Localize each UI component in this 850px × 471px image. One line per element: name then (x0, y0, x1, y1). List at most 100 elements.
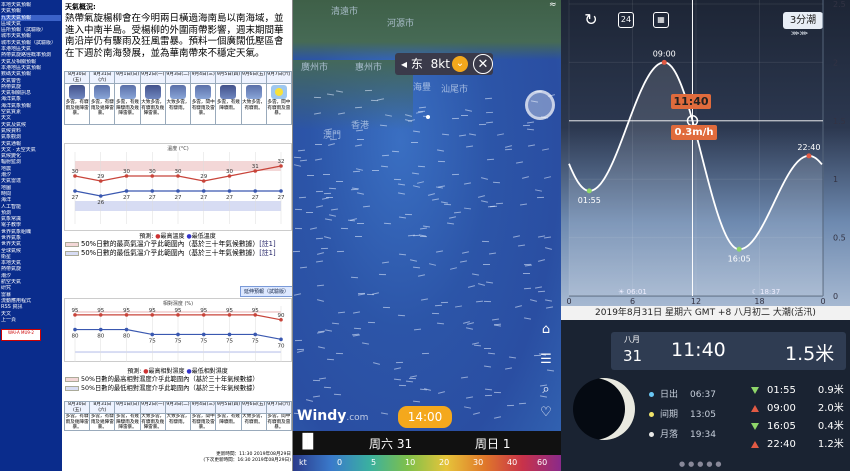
current-time: 11:40 (671, 339, 726, 361)
wind-particle (464, 109, 472, 112)
wind-particle (488, 252, 496, 255)
x-tick: 0 (820, 297, 825, 306)
wind-particle (519, 203, 527, 206)
note-suffix-2[interactable]: [註1] (259, 249, 275, 257)
wind-particle (306, 211, 314, 213)
close-icon[interactable]: ✕ (473, 54, 493, 74)
windy-map[interactable]: 清遠市 河源市 廣州市 惠州市 汕尾市 海豐 香港 澳門 ◂ 东 8kt ⌄ ✕ ≈ ⌂ ☰ … (293, 0, 561, 471)
note-suffix[interactable]: [註1] (259, 240, 275, 248)
min-label: 27 (226, 195, 233, 201)
high-tide-icon (751, 440, 759, 448)
min-label: 27 (200, 195, 207, 201)
min-label: 27 (72, 195, 79, 201)
weather-icon (169, 85, 186, 99)
wind-particle (327, 359, 335, 361)
wind-particle (313, 395, 321, 398)
forecast-text: 多雲，有幾陣驟雨。 (216, 414, 240, 425)
forecast-cell: 多雲，有驟雨及幾陣雷暴。 (63, 83, 91, 125)
scale-label: 5 (371, 458, 377, 467)
search-icon[interactable]: ⌕ (537, 382, 555, 397)
date-cell: 9月2日(一) (139, 401, 166, 414)
wind-particle (482, 263, 490, 266)
forecast-cell: 多雲，有幾陣驟雨及幾陣雷暴。 (114, 83, 141, 125)
wind-particle (465, 145, 473, 148)
city-label: 清遠市 (331, 7, 359, 17)
wind-particle (296, 350, 304, 354)
max-label: 29 (200, 174, 207, 180)
extreme-point (736, 246, 742, 252)
wind-particle (335, 180, 343, 182)
sun-moon-row: 日出 06:37 (649, 387, 716, 400)
play-icon[interactable]: ▐▌ (297, 434, 319, 452)
forecast-text: 多雲，有幾陣驟雨及幾陣雷暴。 (116, 100, 140, 116)
wind-particle (329, 138, 337, 140)
wind-particle (545, 306, 553, 310)
page-indicator[interactable]: ●●●●● (679, 460, 725, 468)
max-label: 30 (226, 169, 233, 175)
sidebar-item[interactable]: 上一頁 (1, 317, 61, 323)
wind-particle (482, 240, 490, 242)
humidity-chart: 相對濕度 (%) 95 95 95 95 95 95 95 95 90 80 80 80 75 75 75 7… (64, 298, 292, 362)
home-icon[interactable]: ⌂ (537, 322, 555, 337)
forecast-cell: 多雲，有驟雨及幾陣雷暴。 (63, 413, 91, 431)
high-tide-icon (751, 404, 759, 412)
day-label-sun[interactable]: 周日 1 (475, 435, 510, 452)
forecast-text: 多雲，有幾陣驟雨及幾陣雷暴。 (116, 414, 140, 430)
wind-particle (473, 344, 481, 347)
x-tick: 0 (566, 297, 571, 306)
menu-icon[interactable]: ☰ (537, 352, 555, 367)
forecast-text: 多雲，間中有驟雨及雷暴。 (191, 414, 215, 430)
wind-particle (406, 380, 414, 383)
min-label: 27 (123, 195, 130, 201)
wind-particle (518, 244, 526, 247)
date-cell: 9月1日(日) (114, 71, 141, 84)
min-label: 27 (149, 195, 156, 201)
wind-particle (453, 211, 461, 214)
overlay-toggle-button[interactable] (525, 90, 555, 120)
wind-particle (484, 388, 492, 391)
wind-particle (373, 362, 381, 366)
wind-particle (398, 192, 406, 195)
wind-particle (493, 391, 501, 393)
wind-particle (299, 196, 307, 199)
favorite-icon[interactable]: ♡ (537, 405, 555, 420)
extended-forecast-button[interactable]: 延伸預報（試驗版） (240, 286, 292, 297)
date-cell: 9月7日(六) (265, 71, 292, 84)
date-cell: 9月1日(日) (114, 401, 141, 414)
wind-particle (313, 379, 321, 382)
time-bubble[interactable]: 14:00 (398, 406, 452, 428)
wind-particle (483, 301, 491, 303)
legend-label: 預測: (139, 233, 154, 240)
wind-particle (327, 143, 335, 147)
wind-particle (378, 273, 386, 275)
wind-particle (355, 236, 363, 238)
y-tick: 0.5 (833, 234, 846, 243)
forecast-text: 多雲，間中有驟雨及雷暴。 (191, 100, 215, 116)
wind-particle (332, 322, 340, 325)
wind-particle (507, 404, 515, 406)
min-point (253, 189, 258, 193)
legend-min: 最低溫度 (191, 233, 216, 240)
day-label-sat[interactable]: 周六 31 (369, 435, 412, 452)
forecast-text: 大致多雲，有驟雨。 (166, 414, 190, 425)
wind-particle (442, 133, 450, 135)
min-label: 27 (252, 195, 259, 201)
wind-particle (494, 324, 502, 328)
wind-particle (336, 251, 344, 253)
wind-particle (315, 205, 323, 209)
wind-particle (413, 266, 421, 269)
wind-particle (356, 139, 364, 141)
wind-particle (411, 172, 419, 175)
sun-moon-row: 月落 19:34 (649, 427, 716, 440)
time-header: 八月 31 11:40 1.5米 (611, 332, 846, 370)
wind-particle (314, 143, 322, 145)
chevron-down-icon[interactable]: ⌄ (452, 56, 468, 72)
wind-particle (534, 285, 542, 289)
min-point (150, 332, 155, 337)
tide-curve-chart[interactable]: 2.521.510.500 6 12 18 009:0001:5516:0522:40☀… (561, 0, 850, 310)
wind-particle (521, 176, 529, 180)
min-label: 27 (278, 195, 285, 201)
wind-particle (293, 156, 301, 159)
day-timeline[interactable]: ▐▌ 周六 31 周日 1 (293, 431, 561, 455)
max-label: 95 (252, 308, 259, 314)
